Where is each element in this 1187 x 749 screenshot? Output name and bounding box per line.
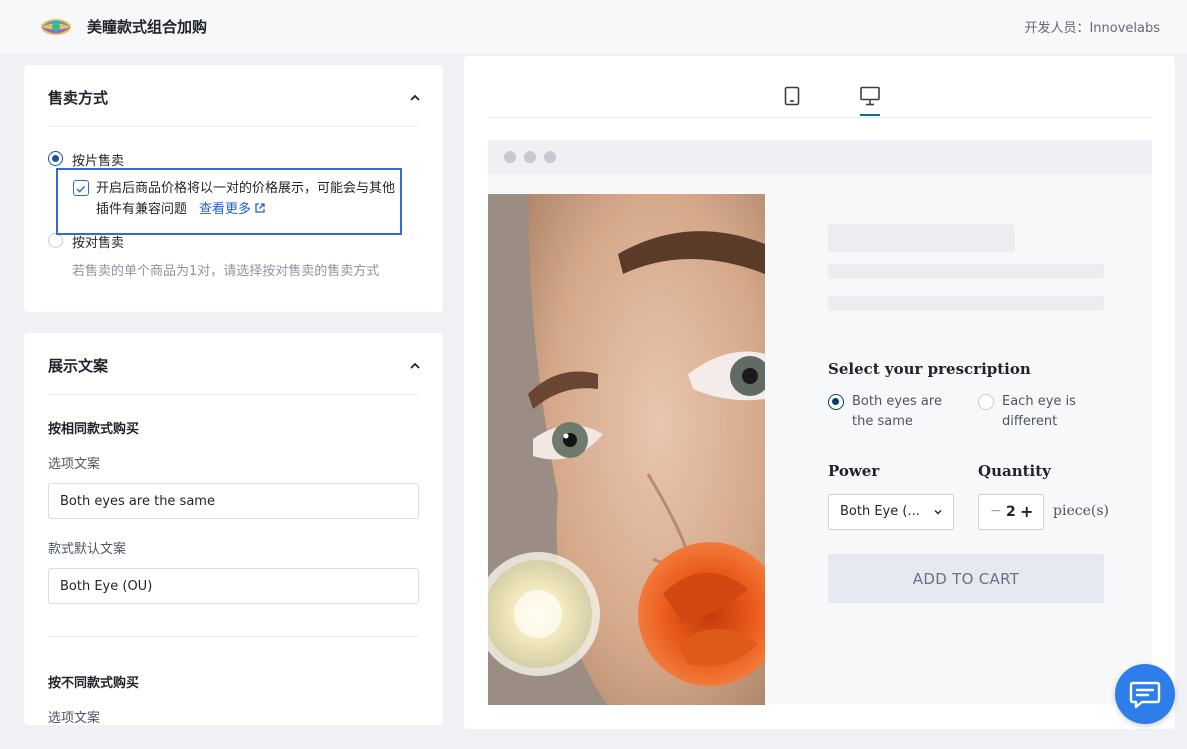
chevron-up-icon[interactable]: [409, 360, 421, 372]
same-style-section-label: 按相同款式购买: [48, 422, 140, 437]
tablet-icon[interactable]: [784, 86, 800, 106]
active-device-indicator: [860, 114, 880, 116]
price-pair-description: 开启后商品价格将以一对的价格展示，可能会与其他插件有兼容问题 查看更多: [96, 178, 398, 220]
radio-sell-by-piece[interactable]: [48, 151, 63, 166]
quantity-unit: piece(s): [1053, 503, 1109, 519]
quantity-label: Quantity: [978, 462, 1051, 480]
divider: [48, 636, 419, 637]
radio-each-eye-different[interactable]: [978, 394, 994, 410]
sell-by-piece-label: 按片售卖: [72, 154, 125, 169]
window-dot: [544, 151, 556, 163]
external-link-icon: [255, 203, 265, 213]
display-copy-title: 展示文案: [48, 357, 109, 375]
window-dot: [504, 151, 516, 163]
preview-panel: Select your prescription Both eyes are t…: [464, 56, 1175, 729]
price-pair-checkbox[interactable]: [73, 180, 89, 196]
see-more-label: 查看更多: [199, 202, 252, 217]
chat-icon: [1129, 681, 1161, 709]
quantity-value[interactable]: 2: [1006, 504, 1016, 520]
radio-both-eyes-same[interactable]: [828, 394, 844, 410]
option-copy-input[interactable]: [48, 483, 419, 519]
option-copy-label: 选项文案: [48, 457, 101, 472]
different-style-section-label: 按不同款式购买: [48, 676, 140, 691]
window-dot: [524, 151, 536, 163]
divider: [48, 394, 419, 395]
prescription-title: Select your prescription: [828, 360, 1031, 378]
app-logo-icon: [41, 19, 71, 35]
option-both-eyes-same: Both eyes are the same: [852, 394, 942, 429]
power-select-value: Both Eye (...: [840, 504, 920, 519]
default-copy-label: 款式默认文案: [48, 542, 127, 557]
developer-info: 开发人员：Innovelabs: [1024, 21, 1160, 36]
see-more-link[interactable]: 查看更多: [199, 202, 266, 217]
quantity-increment-button[interactable]: +: [1020, 502, 1033, 521]
app-header: 美瞳款式组合加购 开发人员：Innovelabs: [0, 0, 1187, 55]
quantity-decrement-button[interactable]: −: [990, 503, 1002, 519]
app-title: 美瞳款式组合加购: [87, 18, 208, 36]
quantity-stepper: − 2 +: [978, 494, 1044, 530]
power-select[interactable]: Both Eye (...: [828, 494, 954, 530]
chat-support-button[interactable]: [1115, 664, 1175, 724]
sale-method-title: 售卖方式: [48, 89, 109, 107]
display-copy-card: 展示文案 按相同款式购买 选项文案 款式默认文案 按不同款式购买 选项文案: [24, 333, 443, 725]
power-label: Power: [828, 462, 880, 480]
check-icon: [76, 185, 86, 193]
skeleton-line: [828, 264, 1104, 279]
price-pair-option-callout: 开启后商品价格将以一对的价格展示，可能会与其他插件有兼容问题 查看更多: [56, 168, 402, 235]
desktop-icon[interactable]: [860, 86, 880, 106]
chevron-down-icon: [934, 510, 942, 515]
radio-sell-by-pair[interactable]: [48, 233, 63, 248]
storefront-preview: [488, 174, 1152, 705]
chevron-up-icon[interactable]: [409, 92, 421, 104]
skeleton-line: [828, 296, 1104, 311]
product-image: [488, 194, 765, 705]
sell-by-pair-hint: 若售卖的单个商品为1对，请选择按对售卖的售卖方式: [72, 264, 380, 279]
add-to-cart-button[interactable]: ADD TO CART: [828, 554, 1104, 603]
diff-option-copy-label: 选项文案: [48, 711, 101, 725]
default-copy-input[interactable]: [48, 568, 419, 604]
browser-chrome: [488, 140, 1152, 174]
skeleton-title: [828, 224, 1015, 252]
divider: [48, 126, 419, 127]
option-each-eye-different: Each eye is different: [1002, 394, 1076, 429]
device-switcher: [488, 56, 1152, 118]
